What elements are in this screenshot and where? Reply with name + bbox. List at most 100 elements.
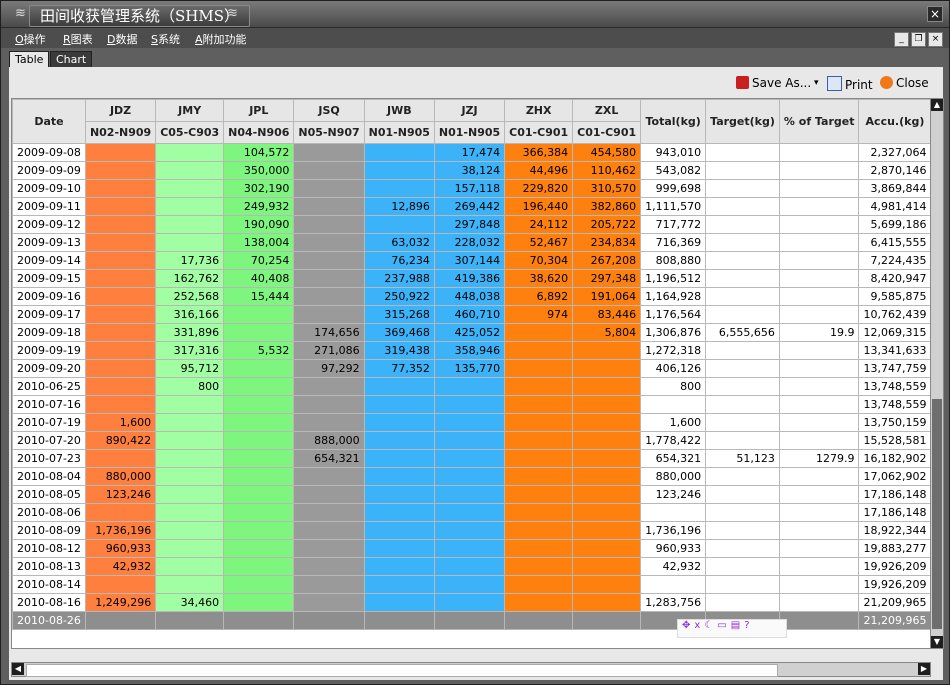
cell-jwb[interactable] xyxy=(363,485,435,504)
cell-zhx[interactable] xyxy=(504,557,574,576)
cell-jmy[interactable] xyxy=(155,179,225,198)
cell-jpl[interactable] xyxy=(223,539,295,558)
scroll-right-icon[interactable]: ▶ xyxy=(918,663,930,675)
cell-accu[interactable]: 21,209,965 xyxy=(858,611,930,630)
cell-jsq[interactable] xyxy=(293,161,365,180)
cell-jpl[interactable] xyxy=(223,449,295,468)
menu-chart[interactable]: R图表 xyxy=(63,31,93,47)
cell-zhx[interactable] xyxy=(504,593,574,612)
cell-zhx[interactable] xyxy=(504,467,574,486)
cell-jsq[interactable] xyxy=(293,593,365,612)
cell-target[interactable] xyxy=(705,431,780,450)
column-header-jwb[interactable]: JWB xyxy=(363,99,435,122)
cell-zhx[interactable] xyxy=(504,539,574,558)
cell-jdz[interactable] xyxy=(84,143,157,162)
menu-operation[interactable]: O操作 xyxy=(15,31,46,47)
cell-jdz[interactable] xyxy=(84,611,157,630)
cell-jsq[interactable] xyxy=(293,395,365,414)
cell-jwb[interactable] xyxy=(363,557,435,576)
table-row[interactable]: 2010-08-1342,93242,93219,926,20912,315 xyxy=(12,557,930,576)
cell-target[interactable] xyxy=(705,521,780,540)
cell-date[interactable]: 2009-09-18 xyxy=(12,323,86,342)
cell-total[interactable]: 1,176,564 xyxy=(640,305,707,324)
cell-target[interactable] xyxy=(705,593,780,612)
cell-jpl[interactable] xyxy=(223,611,295,630)
cell-jpl[interactable] xyxy=(223,323,295,342)
cell-jpl[interactable] xyxy=(223,413,295,432)
cell-jzj[interactable]: 448,038 xyxy=(433,287,506,306)
cell-jdz[interactable] xyxy=(84,233,157,252)
cell-jwb[interactable]: 76,234 xyxy=(363,251,435,270)
cell-jwb[interactable] xyxy=(363,449,435,468)
cell-zhx[interactable] xyxy=(504,485,574,504)
cell-zxl[interactable]: 205,722 xyxy=(572,215,642,234)
cell-jwb[interactable]: 369,468 xyxy=(363,323,435,342)
cell-total[interactable]: 1,600 xyxy=(640,413,707,432)
cell-accu[interactable]: 21,209,965 xyxy=(858,593,930,612)
cell-zxl[interactable]: 110,462 xyxy=(572,161,642,180)
cell-zxl[interactable] xyxy=(572,593,642,612)
cell-jmy[interactable]: 162,762 xyxy=(155,269,225,288)
cell-jmy[interactable] xyxy=(155,575,225,594)
cell-jdz[interactable]: 880,000 xyxy=(84,467,157,486)
cell-jsq[interactable] xyxy=(293,377,365,396)
cell-pct[interactable] xyxy=(778,485,860,504)
close-button[interactable]: Close xyxy=(880,76,929,90)
cell-target[interactable] xyxy=(705,341,780,360)
cell-jsq[interactable] xyxy=(293,233,365,252)
cell-jzj[interactable] xyxy=(433,539,506,558)
cell-zxl[interactable]: 83,446 xyxy=(572,305,642,324)
cell-zxl[interactable]: 382,860 xyxy=(572,197,642,216)
title-bar[interactable]: ≋ 田间收获管理系统（SHMS） ≋ × xyxy=(1,1,949,28)
cell-accu[interactable]: 19,926,209 xyxy=(858,557,930,576)
cell-zhx[interactable] xyxy=(504,413,574,432)
cell-zhx[interactable] xyxy=(504,395,574,414)
cell-zxl[interactable]: 191,064 xyxy=(572,287,642,306)
cell-pct[interactable] xyxy=(778,359,860,378)
horizontal-scroll-thumb[interactable] xyxy=(26,664,778,677)
cell-date[interactable]: 2010-08-14 xyxy=(12,575,86,594)
cell-pct[interactable] xyxy=(778,521,860,540)
cell-jzj[interactable]: 358,946 xyxy=(433,341,506,360)
cell-jpl[interactable] xyxy=(223,485,295,504)
cell-pct[interactable] xyxy=(778,539,860,558)
table-row[interactable]: 2009-09-09 350,000 38,124 44,496 110,462 543,… xyxy=(12,161,930,180)
cell-date[interactable]: 2009-09-16 xyxy=(12,287,86,306)
cell-jsq[interactable] xyxy=(293,215,365,234)
cell-jsq[interactable] xyxy=(293,413,365,432)
print-button[interactable]: Print xyxy=(827,76,873,92)
cell-total[interactable]: 999,698 xyxy=(640,179,707,198)
table-row[interactable]: 2010-08-091,736,1961,736,19618,922,34412… xyxy=(12,521,930,540)
cell-jzj[interactable] xyxy=(433,449,506,468)
cell-jpl[interactable]: 40,408 xyxy=(223,269,295,288)
cell-target[interactable] xyxy=(705,269,780,288)
cell-jpl[interactable] xyxy=(223,431,295,450)
cell-accu[interactable]: 2,870,146 xyxy=(858,161,930,180)
cell-date[interactable]: 2010-08-26 xyxy=(12,611,86,630)
cell-jdz[interactable] xyxy=(84,161,157,180)
cell-zhx[interactable]: 366,384 xyxy=(504,143,574,162)
cell-date[interactable]: 2009-09-12 xyxy=(12,215,86,234)
cell-jzj[interactable] xyxy=(433,431,506,450)
cell-zxl[interactable]: 5,804 xyxy=(572,323,642,342)
cell-jzj[interactable]: 419,386 xyxy=(433,269,506,288)
cell-target[interactable] xyxy=(705,251,780,270)
cell-jzj[interactable] xyxy=(433,593,506,612)
cell-accu[interactable]: 3,869,844 xyxy=(858,179,930,198)
cell-jdz[interactable] xyxy=(84,359,157,378)
cell-pct[interactable] xyxy=(778,611,860,630)
cell-jsq[interactable] xyxy=(293,287,365,306)
cell-total[interactable]: 1,272,318 xyxy=(640,341,707,360)
cell-jsq[interactable] xyxy=(293,521,365,540)
cell-jdz[interactable] xyxy=(84,341,157,360)
cell-zxl[interactable]: 454,580 xyxy=(572,143,642,162)
cell-jpl[interactable]: 138,004 xyxy=(223,233,295,252)
cell-pct[interactable] xyxy=(778,179,860,198)
cell-jmy[interactable] xyxy=(155,503,225,522)
cell-date[interactable]: 2010-08-06 xyxy=(12,503,86,522)
table-row[interactable]: 2010-07-20 890,422 888,000 1,778,422 15,528,… xyxy=(12,431,930,450)
cell-pct[interactable] xyxy=(778,233,860,252)
cell-jsq[interactable] xyxy=(293,575,365,594)
cell-accu[interactable]: 19,883,277 xyxy=(858,539,930,558)
cell-zxl[interactable] xyxy=(572,359,642,378)
